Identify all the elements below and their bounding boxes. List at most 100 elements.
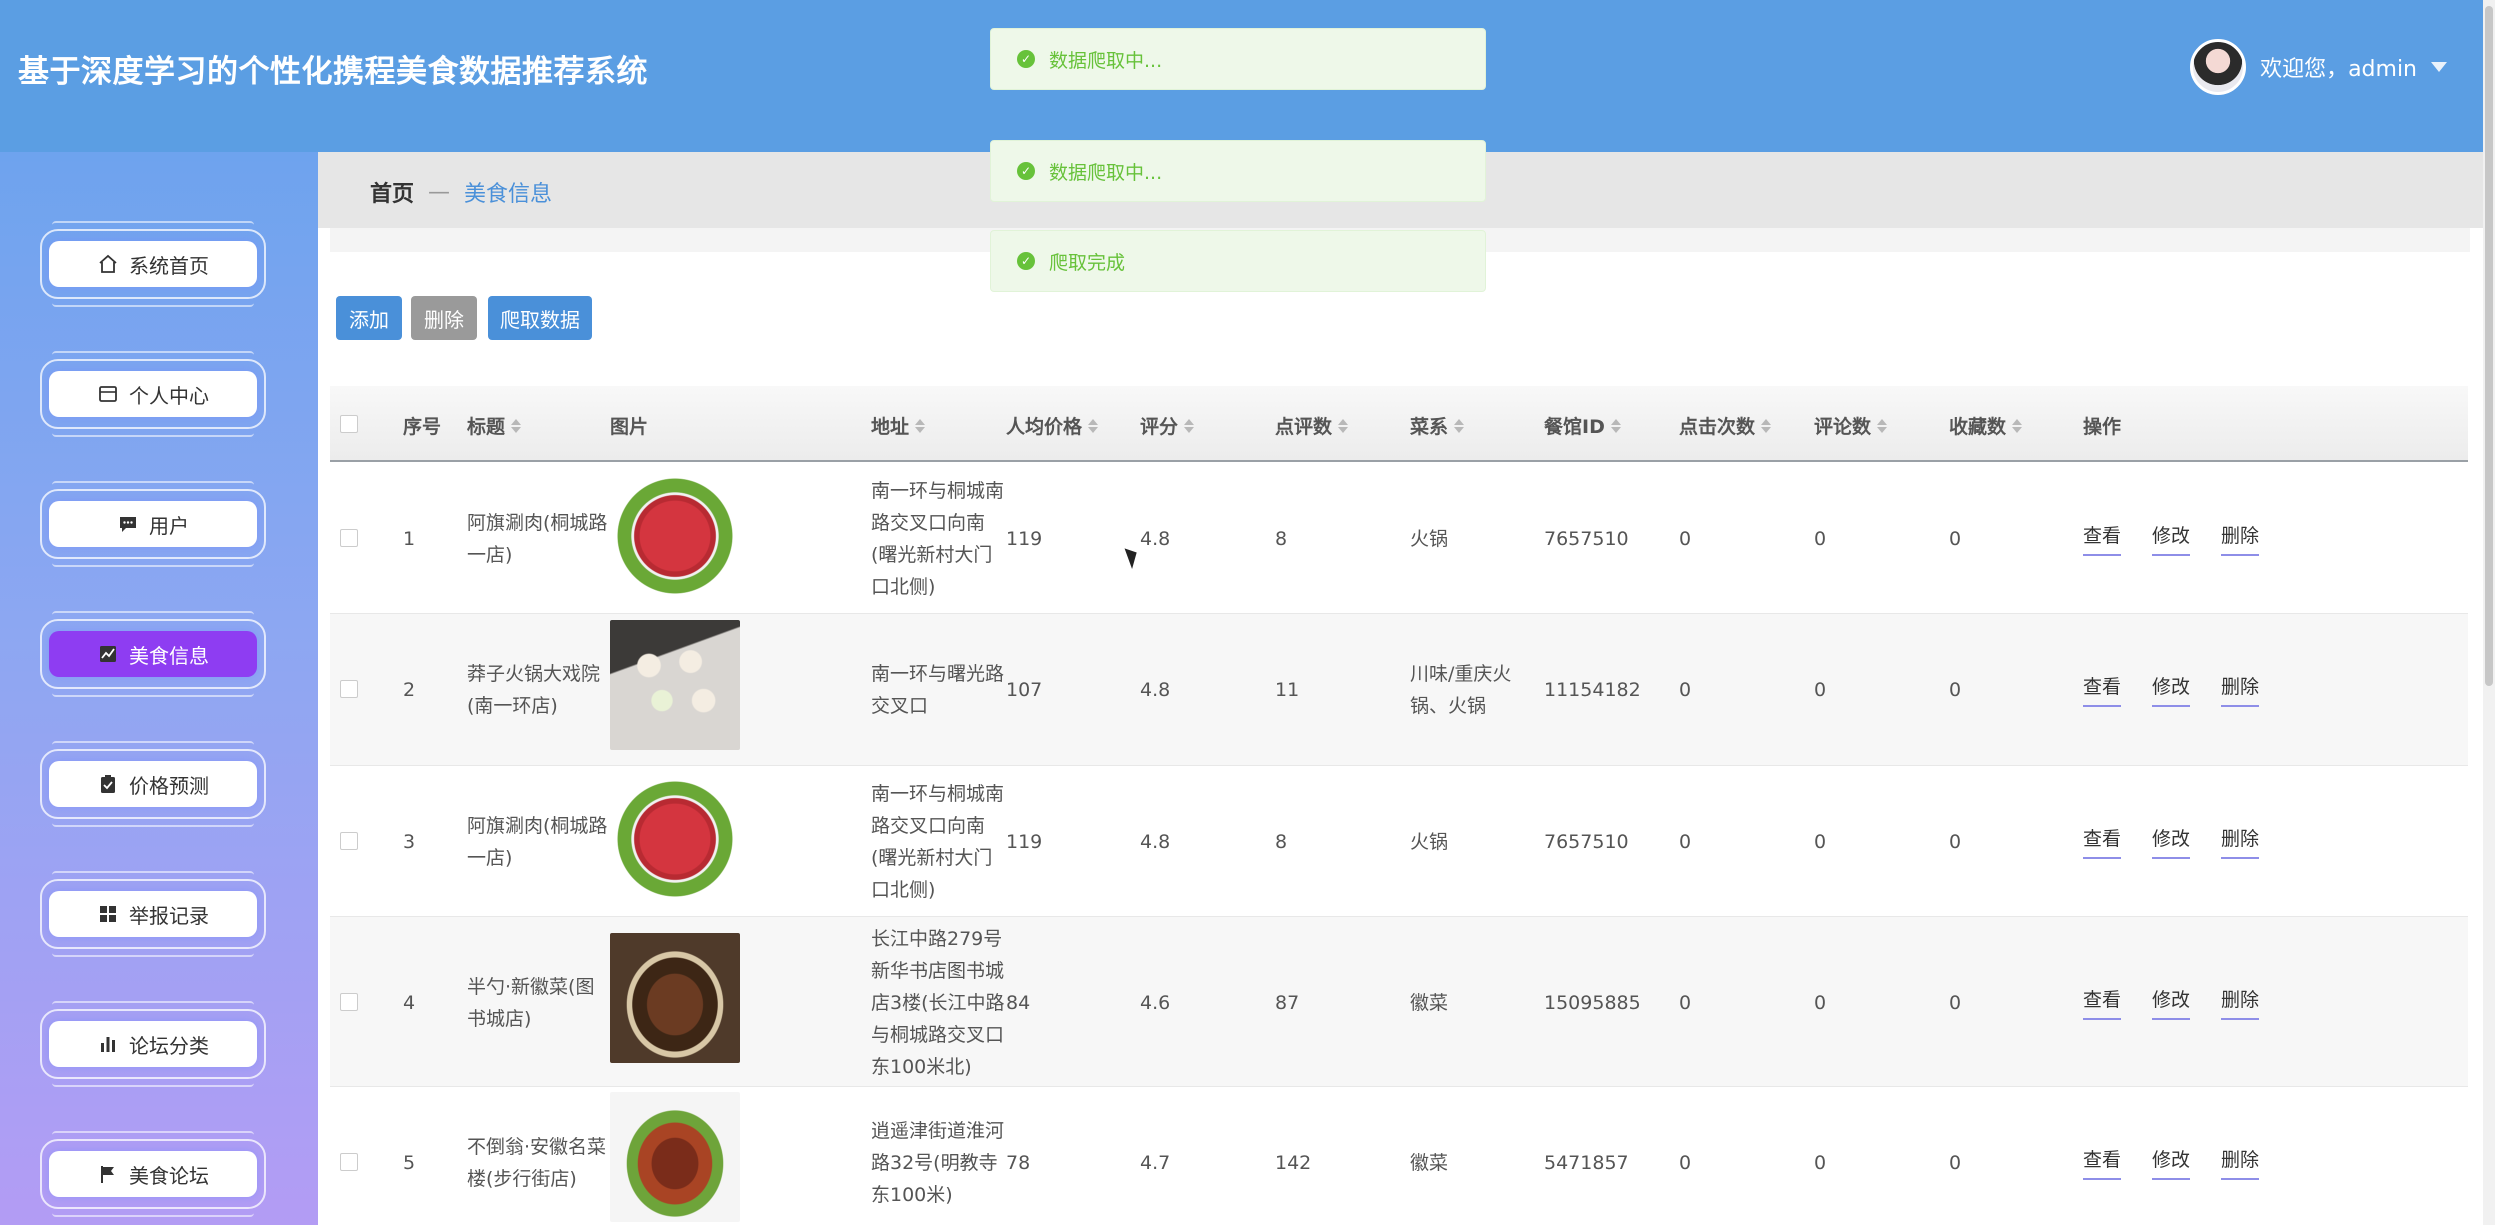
clipboard-icon: [97, 773, 119, 795]
sort-icon: [1761, 418, 1772, 433]
cell-address: 南一环与桐城南 路交叉口向南 (曙光新村大门 口北侧): [871, 480, 1005, 598]
chart-icon: [97, 643, 119, 665]
delete-row-button[interactable]: 删除: [2221, 1145, 2260, 1180]
cell-clicks: 0: [1679, 528, 1692, 550]
table-header: 序号 标题 图片 地址 人均价格 评分 点评数 菜系 餐馆ID 点击次数 评论数…: [330, 386, 2468, 462]
column-header[interactable]: 点评数: [1275, 412, 1349, 439]
delete-row-button[interactable]: 删除: [2221, 985, 2260, 1020]
toast-message: ✓ 数据爬取中...: [990, 28, 1486, 90]
avatar[interactable]: [2190, 39, 2247, 95]
cell-address: 逍遥津街道淮河 路32号(明教寺 东100米): [871, 1120, 1005, 1206]
crawl-data-button[interactable]: 爬取数据: [488, 296, 592, 340]
row-checkbox[interactable]: [340, 1153, 358, 1171]
sidebar-item-label: 美食论坛: [129, 1163, 209, 1188]
sort-icon: [1088, 418, 1099, 433]
toast-text: 数据爬取中...: [1049, 161, 1163, 184]
cell-restaurant-id: 7657510: [1544, 528, 1629, 550]
cell-title: 阿旗涮肉(桐城路 一店): [467, 512, 608, 566]
column-header[interactable]: 餐馆ID: [1544, 412, 1621, 439]
sort-icon: [2012, 418, 2023, 433]
column-header: 序号: [403, 416, 442, 438]
cell-comments: 0: [1814, 679, 1827, 701]
cell-comments: 0: [1814, 1152, 1827, 1174]
flag-icon: [97, 1163, 119, 1185]
sidebar-item-label: 美食信息: [129, 643, 209, 668]
cell-price: 78: [1006, 1152, 1031, 1174]
column-header: 操作: [2083, 416, 2122, 438]
cell-clicks: 0: [1679, 992, 1692, 1014]
view-button[interactable]: 查看: [2083, 824, 2122, 859]
sort-icon: [1338, 418, 1349, 433]
breadcrumb-home[interactable]: 首页: [370, 176, 414, 208]
row-checkbox[interactable]: [340, 529, 358, 547]
sidebar-item-food-info[interactable]: 美食信息: [40, 611, 266, 697]
cell-title: 半勺·新徽菜(图 书城店): [467, 976, 595, 1030]
cell-address: 南一环与桐城南 路交叉口向南 (曙光新村大门 口北侧): [871, 783, 1005, 901]
view-button[interactable]: 查看: [2083, 521, 2122, 556]
breadcrumb: 首页 — 美食信息: [370, 176, 552, 208]
food-image: [610, 620, 740, 750]
toast-text: 爬取完成: [1049, 251, 1126, 274]
table-row: 5 不倒翁·安徽名菜 楼(步行街店) 逍遥津街道淮河 路32号(明教寺 东100米) …: [330, 1087, 2468, 1225]
sidebar-item-profile[interactable]: 个人中心: [40, 351, 266, 437]
sidebar-item-users[interactable]: 用户: [40, 481, 266, 567]
scrollbar-thumb[interactable]: [2485, 6, 2493, 686]
cell-title: 莽子火锅大戏院 (南一环店): [467, 663, 601, 717]
edit-button[interactable]: 修改: [2152, 672, 2191, 707]
column-header[interactable]: 菜系: [1410, 412, 1465, 439]
table-row: 4 半勺·新徽菜(图 书城店) 长江中路279号 新华书店图书城 店3楼(长江中路 与桐…: [330, 917, 2468, 1087]
chevron-down-icon[interactable]: [2431, 62, 2447, 72]
delete-row-button[interactable]: 删除: [2221, 824, 2260, 859]
column-header[interactable]: 地址: [871, 412, 926, 439]
sidebar-item-price-predict[interactable]: 价格预测: [40, 741, 266, 827]
page-scrollbar[interactable]: [2483, 0, 2495, 1225]
cell-title: 阿旗涮肉(桐城路 一店): [467, 815, 608, 869]
column-header[interactable]: 人均价格: [1006, 412, 1099, 439]
cell-restaurant-id: 15095885: [1544, 992, 1641, 1014]
column-header[interactable]: 点击次数: [1679, 412, 1772, 439]
sidebar-item-reports[interactable]: 举报记录: [40, 871, 266, 957]
sidebar-item-label: 个人中心: [129, 383, 209, 408]
row-checkbox[interactable]: [340, 832, 358, 850]
user-menu[interactable]: 欢迎您，admin: [2190, 38, 2447, 96]
cell-comments: 0: [1814, 528, 1827, 550]
column-header: 图片: [610, 416, 649, 438]
column-header[interactable]: 收藏数: [1949, 412, 2023, 439]
sidebar-item-forum-category[interactable]: 论坛分类: [40, 1001, 266, 1087]
sort-icon: [1877, 418, 1888, 433]
edit-button[interactable]: 修改: [2152, 985, 2191, 1020]
row-checkbox[interactable]: [340, 993, 358, 1011]
cell-favorites: 0: [1949, 831, 1962, 853]
edit-button[interactable]: 修改: [2152, 1145, 2191, 1180]
cell-reviews: 87: [1275, 992, 1300, 1014]
check-circle-icon: ✓: [1017, 50, 1035, 68]
cell-price: 119: [1006, 528, 1043, 550]
cell-address: 南一环与曙光路 交叉口: [871, 663, 1005, 717]
cell-address: 长江中路279号 新华书店图书城 店3楼(长江中路 与桐城路交叉口 东100米北): [871, 928, 1005, 1078]
add-button[interactable]: 添加: [336, 296, 402, 340]
bar-chart-icon: [97, 1033, 119, 1055]
cell-no: 2: [403, 679, 416, 701]
toast-text: 数据爬取中...: [1049, 49, 1163, 72]
toast-message: ✓ 数据爬取中...: [990, 140, 1486, 202]
row-checkbox[interactable]: [340, 680, 358, 698]
cell-restaurant-id: 7657510: [1544, 831, 1629, 853]
cell-favorites: 0: [1949, 528, 1962, 550]
sort-icon: [1454, 418, 1465, 433]
column-header[interactable]: 标题: [467, 412, 522, 439]
sidebar-item-home[interactable]: 系统首页: [40, 221, 266, 307]
edit-button[interactable]: 修改: [2152, 521, 2191, 556]
select-all-checkbox[interactable]: [340, 415, 358, 433]
delete-row-button[interactable]: 删除: [2221, 672, 2260, 707]
column-header[interactable]: 评分: [1140, 412, 1195, 439]
delete-row-button[interactable]: 删除: [2221, 521, 2260, 556]
column-header[interactable]: 评论数: [1814, 412, 1888, 439]
view-button[interactable]: 查看: [2083, 985, 2122, 1020]
sidebar-item-food-forum[interactable]: 美食论坛: [40, 1131, 266, 1217]
view-button[interactable]: 查看: [2083, 1145, 2122, 1180]
cell-price: 119: [1006, 831, 1043, 853]
view-button[interactable]: 查看: [2083, 672, 2122, 707]
delete-button[interactable]: 删除: [411, 296, 477, 340]
id-card-icon: [97, 383, 119, 405]
edit-button[interactable]: 修改: [2152, 824, 2191, 859]
